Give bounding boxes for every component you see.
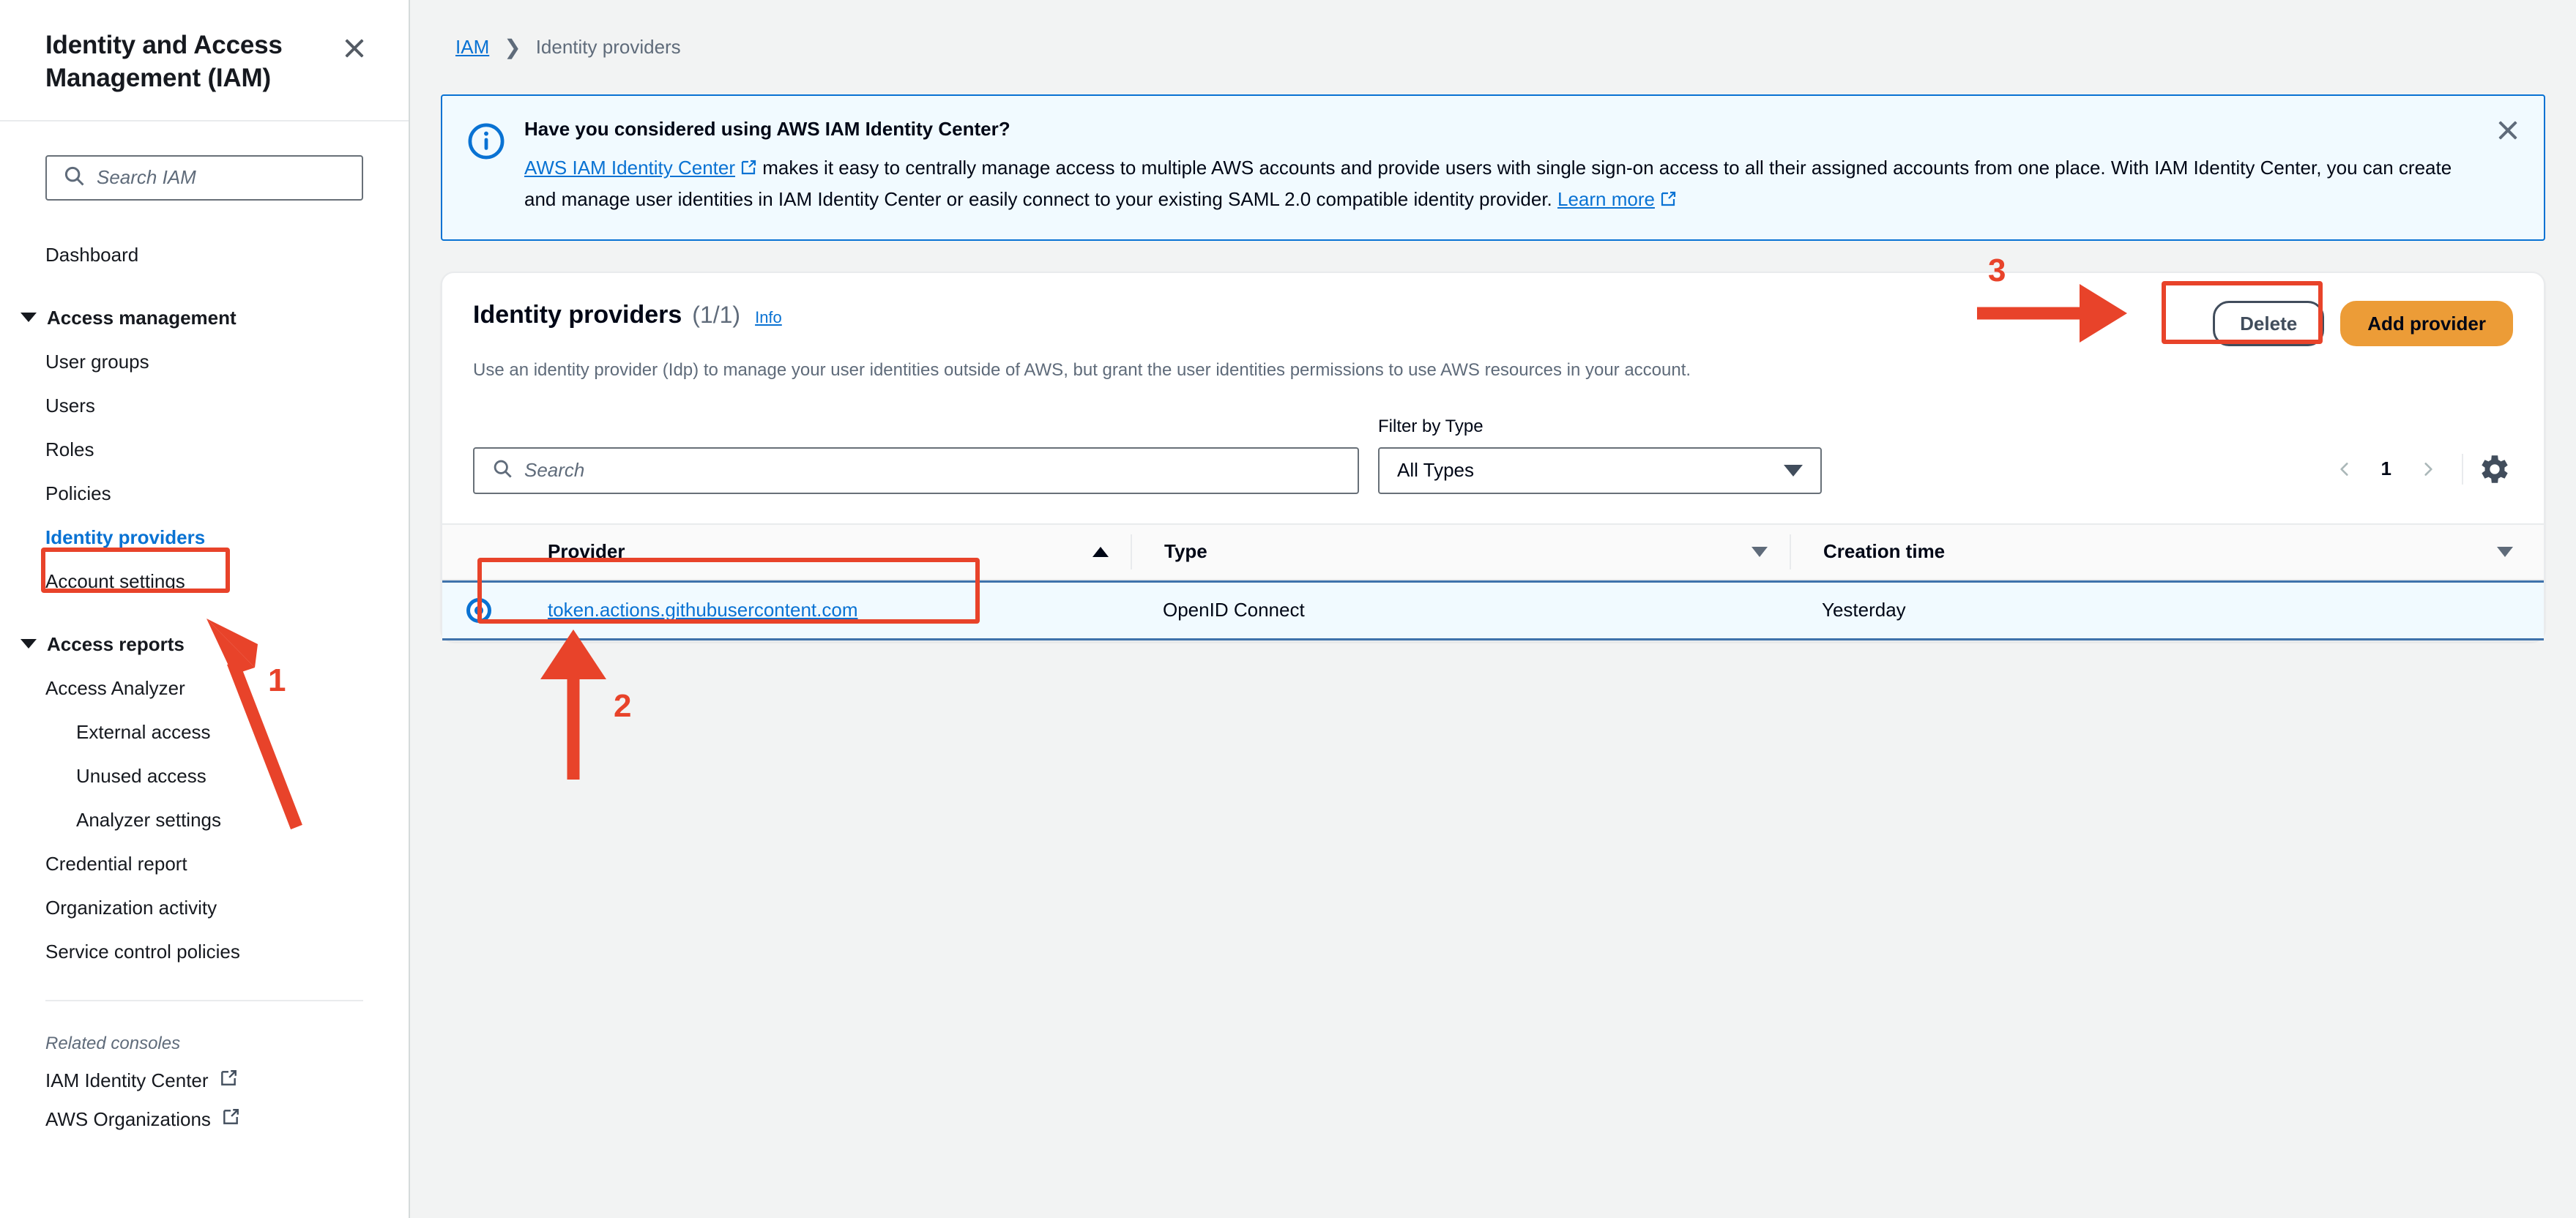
- card-header: Identity providers (1/1) Info Delete Add…: [442, 273, 2544, 347]
- table-header-type-cell[interactable]: Type: [1131, 534, 1790, 569]
- chevron-down-icon: [1784, 464, 1803, 477]
- column-header-creation-time: Creation time: [1790, 534, 1945, 569]
- sidebar-item-users[interactable]: Users: [0, 384, 409, 427]
- related-consoles-label: Related consoles: [45, 1033, 181, 1053]
- delete-button[interactable]: Delete: [2213, 301, 2325, 347]
- identity-providers-card: Identity providers (1/1) Info Delete Add…: [441, 272, 2545, 642]
- info-banner-text: AWS IAM Identity Center makes it easy to…: [524, 154, 2475, 216]
- sort-descending-icon: [1752, 546, 1768, 557]
- card-description: Use an identity provider (Idp) to manage…: [473, 360, 1691, 381]
- column-header-type: Type: [1131, 534, 1207, 569]
- external-link-icon: [1659, 187, 1677, 217]
- search-icon: [63, 165, 85, 190]
- sidebar-item-service-control-policies[interactable]: Service control policies: [0, 930, 409, 974]
- card-actions: Delete Add provider: [2213, 301, 2513, 347]
- external-link-icon: [221, 1107, 240, 1132]
- sidebar-item-credential-report[interactable]: Credential report: [0, 842, 409, 886]
- chevron-down-icon: [21, 313, 37, 323]
- sidebar-title: Identity and Access Management (IAM): [45, 31, 283, 92]
- row-creation-time-cell: Yesterday: [1790, 599, 2544, 621]
- column-header-provider: Provider: [548, 540, 625, 563]
- info-banner-body: Have you considered using AWS IAM Identi…: [524, 118, 2519, 216]
- provider-creation-time: Yesterday: [1822, 599, 1906, 621]
- sidebar-item-roles[interactable]: Roles: [0, 427, 409, 471]
- row-provider-cell: token.actions.githubusercontent.com: [515, 599, 1131, 621]
- filter-by-type-select[interactable]: All Types: [1378, 447, 1822, 494]
- table-header-row: Provider Type Creation time: [442, 523, 2544, 580]
- sidebar-link-label: IAM Identity Center: [45, 1069, 209, 1091]
- sidebar-item-identity-providers[interactable]: Identity providers: [0, 515, 409, 559]
- breadcrumb-item-current: Identity providers: [535, 36, 681, 58]
- sidebar-search-wrap: Search IAM: [0, 122, 409, 201]
- filter-by-type-label: Filter by Type: [1378, 416, 1484, 436]
- iam-console-page: Identity and Access Management (IAM) Sea…: [0, 0, 2576, 1218]
- sidebar-group-access-management[interactable]: Access management: [0, 296, 409, 340]
- sidebar-item-external-access[interactable]: External access: [0, 710, 409, 754]
- provider-link[interactable]: token.actions.githubusercontent.com: [548, 599, 857, 621]
- search-icon: [492, 458, 513, 482]
- close-icon[interactable]: [2493, 115, 2523, 146]
- add-provider-button[interactable]: Add provider: [2340, 301, 2513, 347]
- sort-ascending-icon: [1092, 546, 1109, 557]
- sidebar-item-unused-access[interactable]: Unused access: [0, 754, 409, 798]
- info-icon: [467, 122, 505, 216]
- table-header-provider-cell[interactable]: Provider: [515, 534, 1131, 569]
- sidebar: Identity and Access Management (IAM) Sea…: [0, 0, 410, 1218]
- learn-more-link[interactable]: Learn more: [1557, 188, 1655, 210]
- current-page-number[interactable]: 1: [2365, 457, 2408, 480]
- aws-iam-identity-center-link[interactable]: AWS IAM Identity Center: [524, 157, 735, 179]
- sidebar-item-user-groups[interactable]: User groups: [0, 340, 409, 384]
- sidebar-item-organization-activity[interactable]: Organization activity: [0, 886, 409, 930]
- page-title: Identity providers (1/1) Info: [473, 301, 782, 329]
- sidebar-header: Identity and Access Management (IAM): [0, 0, 409, 122]
- table-toolbar: Search Filter by Type All Types 1: [442, 383, 2544, 494]
- breadcrumb: IAM ❯ Identity providers: [410, 0, 2576, 59]
- sort-descending-icon: [2497, 546, 2513, 557]
- sidebar-item-aws-organizations[interactable]: AWS Organizations: [0, 1093, 409, 1132]
- sidebar-group-access-reports[interactable]: Access reports: [0, 622, 409, 666]
- sidebar-item-access-analyzer[interactable]: Access Analyzer: [0, 666, 409, 710]
- info-banner-paragraph: makes it easy to centrally manage access…: [524, 157, 2452, 210]
- row-type-cell: OpenID Connect: [1131, 599, 1790, 621]
- sidebar-nav: Dashboard Access management User groups …: [0, 201, 409, 974]
- table-search-placeholder: Search: [524, 459, 585, 482]
- sidebar-link-label: AWS Organizations: [45, 1107, 211, 1130]
- sidebar-item-dashboard[interactable]: Dashboard: [0, 233, 409, 277]
- chevron-right-icon: ❯: [504, 36, 521, 59]
- main-content: IAM ❯ Identity providers Have you consid…: [410, 0, 2576, 1218]
- info-banner-heading: Have you considered using AWS IAM Identi…: [524, 118, 1010, 140]
- sidebar-item-iam-identity-center[interactable]: IAM Identity Center: [0, 1054, 409, 1093]
- card-title: Identity providers: [473, 301, 682, 329]
- pagination: 1: [2324, 449, 2513, 494]
- info-link[interactable]: Info: [755, 308, 782, 327]
- chevron-down-icon: [21, 639, 37, 649]
- identity-providers-table: Provider Type Creation time token.action…: [442, 523, 2544, 640]
- external-link-icon: [740, 156, 757, 185]
- filter-by-type-group: Filter by Type All Types: [1378, 416, 1822, 494]
- filter-by-type-value: All Types: [1397, 459, 1475, 482]
- row-select-cell: [442, 597, 515, 623]
- sidebar-item-account-settings[interactable]: Account settings: [0, 559, 409, 603]
- external-link-icon: [219, 1069, 238, 1093]
- row-radio-button[interactable]: [466, 597, 491, 623]
- card-count: (1/1): [692, 302, 741, 329]
- sidebar-item-analyzer-settings[interactable]: Analyzer settings: [0, 798, 409, 842]
- search-placeholder: Search IAM: [97, 166, 196, 189]
- close-icon[interactable]: [338, 32, 371, 64]
- pagination-divider: [2462, 453, 2463, 485]
- table-row[interactable]: token.actions.githubusercontent.com Open…: [442, 580, 2544, 640]
- table-search-input[interactable]: Search: [473, 447, 1359, 494]
- next-page-button[interactable]: [2408, 449, 2449, 490]
- info-banner: Have you considered using AWS IAM Identi…: [441, 94, 2545, 242]
- provider-type: OpenID Connect: [1163, 599, 1305, 621]
- gear-icon[interactable]: [2476, 451, 2513, 487]
- sidebar-group-label: Access reports: [47, 632, 185, 655]
- sidebar-item-policies[interactable]: Policies: [0, 471, 409, 515]
- sidebar-group-label: Access management: [47, 306, 237, 329]
- breadcrumb-item-iam[interactable]: IAM: [455, 36, 489, 59]
- search-input[interactable]: Search IAM: [45, 154, 363, 201]
- table-header-creation-time-cell[interactable]: Creation time: [1790, 534, 2544, 569]
- previous-page-button[interactable]: [2324, 449, 2365, 490]
